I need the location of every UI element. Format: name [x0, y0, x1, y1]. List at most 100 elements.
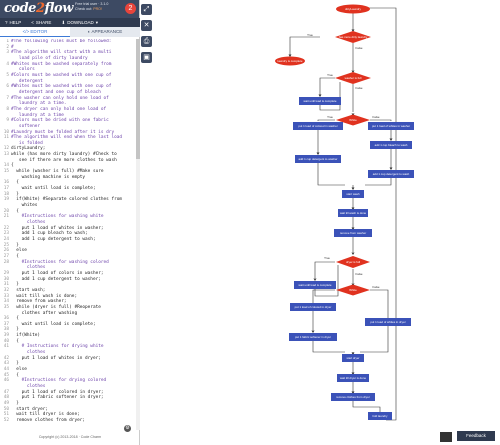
download-label: DOWNLOAD	[67, 20, 94, 25]
save-button[interactable]: ▣	[141, 52, 152, 63]
code-text: washing machine is empty	[11, 174, 86, 180]
process-label: put 1 load of colored in washer	[298, 124, 337, 128]
code-text: add 1 cup detergent to washer;	[11, 276, 101, 282]
help-icon: ?	[5, 20, 8, 25]
flow-connector	[319, 82, 341, 111]
code-line[interactable]: 52 remove clothes from dryer;	[0, 418, 136, 424]
code-text: put 1 load of whites in dryer;	[11, 355, 101, 361]
download-icon: ⬇	[61, 19, 66, 25]
process-label: put 1 load of colored in dryer	[295, 305, 332, 309]
footer: Copyright (c) 2013-2018 · Code Charm	[38, 435, 102, 439]
scrollbar-thumb[interactable]	[136, 39, 140, 159]
flow-connector	[317, 162, 345, 186]
line-number: 52	[3, 417, 9, 423]
process-label: start dryer	[346, 356, 359, 360]
code-text: #The following rules must be followed:	[11, 39, 112, 44]
process-label: add 1 cup bleach to wash	[375, 143, 408, 147]
flow-connector	[289, 36, 320, 55]
pro-link[interactable]: PRO!	[93, 7, 102, 11]
flow-connector	[314, 265, 339, 297]
process-label: wait till dryer is done	[340, 376, 367, 380]
branch-label: False	[355, 46, 362, 50]
menu-bar: ? HELP < SHARE ⬇ DOWNLOAD ▾	[0, 18, 140, 27]
tab-editor[interactable]: </> EDITOR	[0, 27, 70, 37]
arrow-head	[318, 94, 322, 97]
decision-label: has more dirty laundry	[339, 35, 368, 39]
process-label: remove from washer	[340, 231, 366, 235]
arrow-head	[389, 167, 393, 170]
decision-label: White	[349, 118, 357, 122]
branch-label: True	[327, 115, 333, 119]
process-label: wait till wash is done	[340, 211, 367, 215]
process-label: remove clothes from dryer	[336, 395, 370, 399]
feedback-button[interactable]: Feedback	[457, 431, 495, 441]
process-label: put 1 load of whites in washer	[372, 124, 410, 128]
arrow-head	[351, 187, 355, 190]
flow-connector	[312, 289, 335, 303]
version-info: Free trial user · 3.1.0 Check out: PRO!	[75, 2, 108, 11]
flow-connector	[314, 261, 335, 278]
expand-icon: ⤢	[143, 6, 150, 13]
fit-button[interactable]: ✕	[141, 20, 152, 31]
shrink-icon: ✕	[143, 22, 150, 29]
flow-connector	[352, 400, 381, 413]
decision-label: White	[349, 288, 357, 292]
print-icon: ⎙	[143, 38, 150, 45]
app-logo[interactable]: code2flow	[4, 1, 73, 16]
notification-badge[interactable]: 2	[125, 3, 136, 14]
code-text: wait until load is complete;	[11, 186, 96, 192]
flow-connector	[365, 177, 392, 186]
tab-editor-label: EDITOR	[30, 29, 48, 34]
arrow-head	[389, 138, 393, 141]
branch-label: True	[324, 256, 330, 260]
process-label: start wash	[346, 192, 360, 196]
version-check: Check out:	[75, 6, 94, 11]
chevron-down-icon: ▾	[95, 19, 98, 25]
code-text: remove clothes from dryer;	[11, 417, 86, 423]
logo-flow: flow	[44, 1, 74, 16]
arrow-head	[351, 252, 355, 255]
save-icon: ▣	[143, 54, 150, 61]
code-text: wait until load is complete;	[11, 321, 96, 327]
help-label: HELP	[9, 20, 22, 25]
editor-scrollbar[interactable]	[136, 39, 140, 430]
share-label: SHARE	[35, 20, 52, 25]
decision-label: dryer is full	[346, 260, 360, 264]
flow-connector	[360, 326, 389, 353]
process-label: add 1 cup detergent to washer	[298, 157, 337, 161]
canvas-toolbar: ⤢ ✕ ⎙ ▣	[141, 4, 153, 68]
code-line[interactable]: see if there are more clothes to wash	[0, 158, 136, 164]
process-label: put 1 fabric softener in dryer	[295, 335, 331, 339]
flow-connector	[370, 119, 392, 121]
canvas-scrollbar[interactable]	[440, 432, 452, 442]
print-button[interactable]: ⎙	[141, 36, 152, 47]
code-text: see if there are more clothes to wash	[11, 157, 117, 163]
branch-label: True	[307, 33, 313, 37]
logo-two: 2	[35, 1, 45, 16]
reset-view-button[interactable]: ⤢	[141, 4, 152, 15]
code-editor[interactable]: 1 #The following rules must be followed: 2…	[0, 39, 136, 430]
share-button[interactable]: < SHARE	[26, 20, 56, 25]
arrow-head	[316, 152, 320, 155]
download-button[interactable]: ⬇ DOWNLOAD ▾	[56, 20, 103, 26]
process-label: put 1 load of whites in dryer	[370, 320, 405, 324]
code-text: clothes after washing	[11, 310, 78, 316]
process-label: wait until load is complete	[304, 99, 337, 103]
sidebar: code2flow Free trial user · 3.1.0 Check …	[0, 0, 140, 445]
arrow-head	[313, 278, 317, 281]
branch-label: True	[327, 73, 333, 77]
flow-connector	[317, 119, 335, 121]
flowchart-canvas[interactable]: TrueFalseTrueFalseTrueFalseTrueFalseTrue…	[160, 0, 500, 445]
code-text: put 1 fabric softener in dryer;	[11, 395, 104, 401]
help-button[interactable]: ? HELP	[0, 20, 26, 25]
settings-icon[interactable]: ⚙	[124, 425, 131, 432]
share-icon: <	[31, 20, 34, 25]
tab-bar: </> EDITOR ◐ APPEARANCE	[0, 27, 140, 37]
branch-label: False	[355, 272, 362, 276]
tab-appearance[interactable]: ◐ APPEARANCE	[70, 27, 140, 37]
header: code2flow Free trial user · 3.1.0 Check …	[0, 0, 139, 18]
process-label: fold laundry	[373, 414, 388, 418]
arrow-head	[311, 330, 315, 333]
flow-connector	[370, 289, 389, 318]
terminal-label: laundry is complete	[278, 59, 303, 63]
